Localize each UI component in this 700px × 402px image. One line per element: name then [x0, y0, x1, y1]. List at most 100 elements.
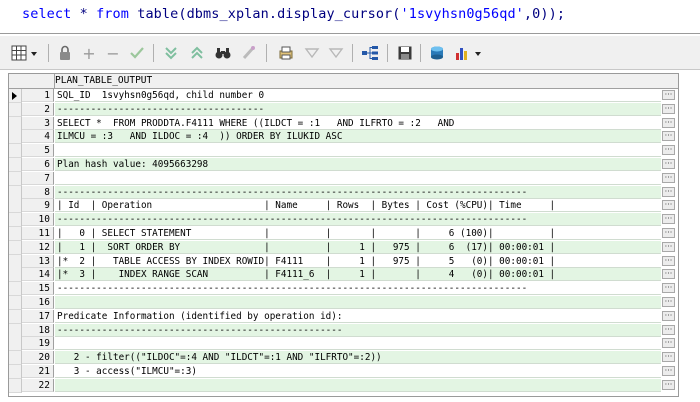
row-number[interactable]: 10: [22, 213, 54, 227]
grid-select-icon[interactable]: [10, 44, 40, 62]
post-icon[interactable]: [128, 44, 146, 62]
row-number[interactable]: 15: [22, 282, 54, 296]
clear-icon[interactable]: [240, 44, 258, 62]
sql-editor[interactable]: select * from table(dbms_xplan.display_c…: [0, 0, 700, 34]
remove-icon[interactable]: −: [104, 44, 122, 63]
row-indicator[interactable]: [9, 227, 22, 241]
cell-editor-button[interactable]: ···: [662, 186, 675, 197]
table-row[interactable]: 7 ···: [9, 171, 678, 186]
row-number[interactable]: 4: [22, 130, 54, 144]
save-icon[interactable]: [396, 44, 414, 62]
plan-output-cell[interactable]: 3 - access("ILMCU"=:3): [55, 365, 661, 378]
row-number[interactable]: 16: [22, 296, 54, 309]
row-indicator[interactable]: [9, 199, 22, 214]
cell-editor-button[interactable]: ···: [662, 338, 675, 349]
chart-icon[interactable]: [454, 44, 486, 62]
row-number[interactable]: 14: [22, 268, 54, 282]
table-row[interactable]: 10 --------------------------------------…: [9, 213, 678, 228]
column-header-plan-table-output[interactable]: PLAN_TABLE_OUTPUT: [55, 75, 152, 86]
row-indicator[interactable]: [9, 158, 22, 172]
plan-output-cell[interactable]: Plan hash value: 4095663298: [55, 158, 661, 171]
plan-output-cell[interactable]: [55, 337, 661, 351]
row-indicator[interactable]: [9, 268, 22, 283]
plan-output-cell[interactable]: ----------------------------------------…: [55, 185, 661, 199]
table-row[interactable]: 11 | 0 | SELECT STATEMENT | | | | 6 (100)…: [9, 227, 678, 241]
plan-output-cell[interactable]: ----------------------------------------…: [55, 213, 661, 227]
table-row[interactable]: 17 Predicate Information (identified by o…: [9, 309, 678, 324]
table-row[interactable]: 1 SQL_ID 1svyhsn0g56qd, child number 0 ···: [9, 89, 678, 103]
row-indicator[interactable]: [9, 254, 22, 269]
plan-output-cell[interactable]: ----------------------------------------…: [55, 323, 661, 337]
row-indicator[interactable]: [9, 323, 22, 338]
table-row[interactable]: 19 ···: [9, 337, 678, 352]
table-row[interactable]: 3 SELECT * FROM PRODDTA.F4111 WHERE ((ILD…: [9, 116, 678, 131]
sql-editor-line[interactable]: select * from table(dbms_xplan.display_c…: [22, 6, 565, 22]
table-row[interactable]: 6 Plan hash value: 4095663298 ···: [9, 158, 678, 172]
row-indicator[interactable]: [9, 89, 22, 103]
cell-editor-button[interactable]: ···: [662, 131, 675, 142]
table-row[interactable]: 8 ---------------------------------------…: [9, 185, 678, 200]
row-number[interactable]: 9: [22, 199, 54, 213]
row-indicator[interactable]: [9, 171, 22, 186]
cell-editor-button[interactable]: ···: [662, 228, 675, 238]
plan-output-cell[interactable]: SELECT * FROM PRODDTA.F4111 WHERE ((ILDC…: [55, 116, 661, 130]
tree-icon[interactable]: [361, 44, 379, 62]
row-indicator[interactable]: [9, 116, 22, 131]
table-row[interactable]: 22 ···: [9, 378, 678, 393]
filter-icon[interactable]: [303, 44, 321, 62]
plan-output-cell[interactable]: [55, 378, 661, 392]
row-number[interactable]: 21: [22, 365, 54, 378]
row-indicator[interactable]: [9, 102, 22, 117]
row-indicator[interactable]: [9, 378, 22, 393]
cell-editor-button[interactable]: ···: [662, 200, 675, 211]
row-indicator[interactable]: [9, 213, 22, 228]
row-indicator[interactable]: [9, 130, 22, 145]
plan-output-cell[interactable]: |* 3 | INDEX RANGE SCAN | F4111_6 | 1 | …: [55, 268, 661, 282]
row-number[interactable]: 1: [22, 89, 54, 102]
plan-output-cell[interactable]: Predicate Information (identified by ope…: [55, 309, 661, 323]
table-row[interactable]: 21 3 - access("ILMCU"=:3) ···: [9, 365, 678, 379]
table-row[interactable]: 9 | Id | Operation | Name | Rows | Bytes …: [9, 199, 678, 214]
grid-corner[interactable]: [9, 74, 55, 88]
lock-icon[interactable]: [56, 44, 74, 62]
cell-editor-button[interactable]: ···: [662, 241, 675, 252]
row-number[interactable]: 11: [22, 227, 54, 240]
row-indicator[interactable]: [9, 296, 22, 310]
plan-output-cell[interactable]: [55, 144, 661, 158]
cell-editor-button[interactable]: ···: [662, 324, 675, 335]
cell-editor-button[interactable]: ···: [662, 172, 675, 183]
table-row[interactable]: 4 ILMCU = :3 AND ILDOC = :4 )) ORDER BY I…: [9, 130, 678, 145]
cell-editor-button[interactable]: ···: [662, 117, 675, 128]
plan-output-cell[interactable]: [55, 296, 661, 309]
plan-output-cell[interactable]: 2 - filter(("ILDOC"=:4 AND "ILDCT"=:1 AN…: [55, 351, 661, 365]
row-indicator[interactable]: [9, 282, 22, 297]
add-icon[interactable]: +: [80, 44, 98, 63]
row-number[interactable]: 3: [22, 116, 54, 130]
row-number[interactable]: 18: [22, 323, 54, 337]
row-number[interactable]: 19: [22, 337, 54, 351]
filter-clear-icon[interactable]: [327, 44, 345, 62]
plan-output-cell[interactable]: | Id | Operation | Name | Rows | Bytes |…: [55, 199, 661, 213]
result-grid[interactable]: PLAN_TABLE_OUTPUT 1 SQL_ID 1svyhsn0g56qd,…: [8, 73, 679, 397]
cell-editor-button[interactable]: ···: [662, 145, 675, 156]
row-indicator[interactable]: [9, 185, 22, 200]
table-row[interactable]: 20 2 - filter(("ILDOC"=:4 AND "ILDCT"=:1…: [9, 351, 678, 366]
row-number[interactable]: 7: [22, 171, 54, 185]
row-indicator[interactable]: [9, 351, 22, 366]
print-icon[interactable]: [277, 44, 295, 62]
row-indicator[interactable]: [9, 309, 22, 324]
row-number[interactable]: 2: [22, 102, 54, 116]
sort-down-icon[interactable]: [162, 44, 180, 62]
row-indicator[interactable]: [9, 144, 22, 159]
plan-output-cell[interactable]: | 1 | SORT ORDER BY | | 1 | 975 | 6 (17)…: [55, 240, 661, 254]
find-icon[interactable]: [214, 44, 232, 62]
cell-editor-button[interactable]: ···: [662, 269, 675, 280]
cell-editor-button[interactable]: ···: [662, 352, 675, 363]
cell-editor-button[interactable]: ···: [662, 366, 675, 376]
cell-editor-button[interactable]: ···: [662, 283, 675, 294]
row-number[interactable]: 12: [22, 240, 54, 254]
plan-output-cell[interactable]: | 0 | SELECT STATEMENT | | | | 6 (100)| …: [55, 227, 661, 240]
table-row[interactable]: 12 | 1 | SORT ORDER BY | | 1 | 975 | 6 (1…: [9, 240, 678, 255]
plan-output-cell[interactable]: SQL_ID 1svyhsn0g56qd, child number 0: [55, 89, 661, 102]
row-number[interactable]: 13: [22, 254, 54, 268]
